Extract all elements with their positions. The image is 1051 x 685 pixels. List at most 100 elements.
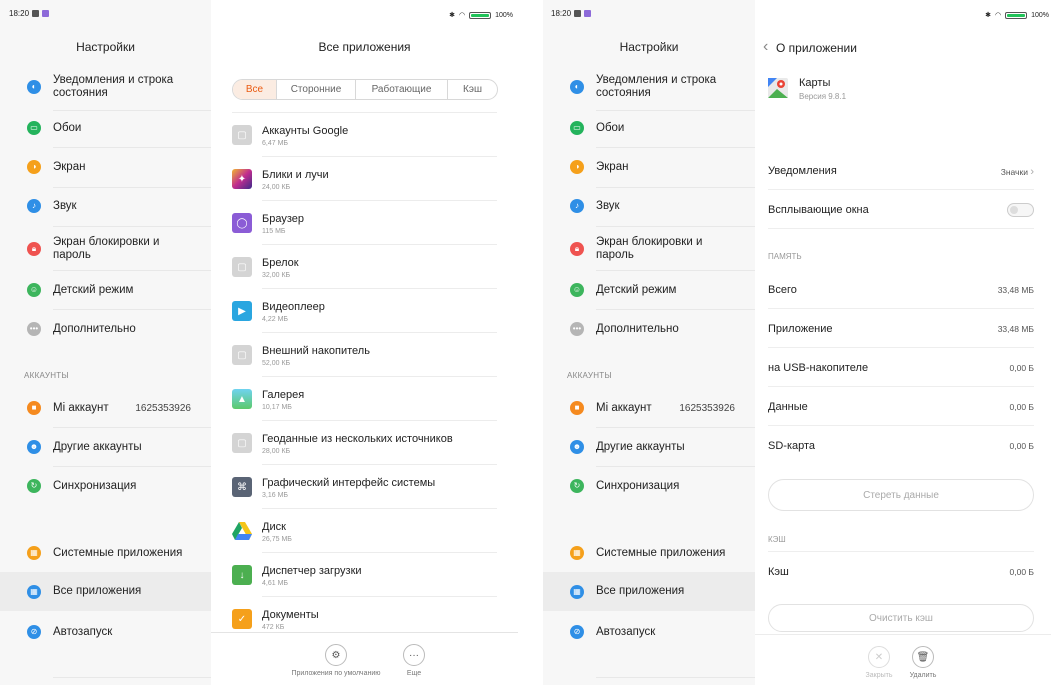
app-notification-icon: [42, 10, 50, 17]
video-player-icon: ▶: [232, 301, 252, 321]
tab-all[interactable]: Все: [233, 80, 277, 99]
settings-item-child-mode[interactable]: ☺ Детский режим: [543, 280, 755, 300]
app-name: Диск: [262, 521, 286, 533]
settings-panel: 18:20 Настройки ◐ Уведомления и строка с…: [0, 0, 211, 685]
settings-item-wallpaper[interactable]: ▭ Обои: [543, 118, 755, 138]
settings-item-label: Детский режим: [596, 284, 677, 296]
default-apps-button[interactable]: ⚙ Приложения по умолчанию: [291, 644, 381, 677]
sync-icon: ↻: [27, 479, 41, 493]
status-bar-left: 18:20: [9, 9, 50, 18]
more-button[interactable]: ··· Еще: [399, 644, 429, 677]
settings-item-label: Системные приложения: [53, 547, 183, 559]
external-storage-icon: ▢: [232, 345, 252, 365]
popups-label: Всплывающие окна: [768, 204, 869, 216]
trash-icon: 🗑︎: [912, 646, 934, 668]
settings-item-additional[interactable]: ••• Дополнительно: [543, 319, 755, 339]
settings-item-display[interactable]: ◑ Экран: [0, 157, 211, 177]
sync-icon: ↻: [570, 479, 584, 493]
app-size: 26,75 МБ: [262, 536, 292, 543]
settings-item-additional[interactable]: ••• Дополнительно: [0, 319, 211, 339]
app-row[interactable]: ✦ Блики и лучи 24,00 КБ: [211, 157, 518, 201]
divider: [596, 187, 755, 188]
notification-icon: [574, 10, 582, 17]
app-row[interactable]: ▢ Внешний накопитель 52,00 КБ: [211, 333, 518, 377]
settings-item-autostart[interactable]: ⊘ Автозапуск: [0, 622, 211, 642]
settings-item-child-mode[interactable]: ☺ Детский режим: [0, 280, 211, 300]
memory-row: на USB-накопителе 0,00 Б: [768, 348, 1034, 387]
download-manager-icon: ↓: [232, 565, 252, 585]
settings-item-sync[interactable]: ↻ Синхронизация: [543, 476, 755, 496]
detail-bottom-bar: ✕ Закрыть 🗑︎ Удалить: [755, 634, 1051, 685]
settings-item-system-apps[interactable]: ▦ Системные приложения: [543, 543, 755, 563]
app-row[interactable]: ⌘ Графический интерфейс системы 3,16 МБ: [211, 465, 518, 509]
keychain-icon: ▢: [232, 257, 252, 277]
memory-value: 33,48 МБ: [997, 285, 1034, 295]
settings-item-other-accounts[interactable]: ☻ Другие аккаунты: [0, 437, 211, 457]
app-name: Геоданные из нескольких источников: [262, 433, 453, 445]
app-row[interactable]: ▢ Брелок 32,00 КБ: [211, 245, 518, 289]
app-row[interactable]: Диск 26,75 МБ: [211, 509, 518, 553]
app-row[interactable]: ▶ Видеоплеер 4,22 МБ: [211, 289, 518, 333]
settings-item-autostart[interactable]: ⊘ Автозапуск: [543, 622, 755, 642]
settings-item-notifications[interactable]: ◐ Уведомления и строка состояния: [543, 72, 755, 102]
all-apps-title: Все приложения: [318, 40, 411, 54]
popups-row: Всплывающие окна: [768, 190, 1034, 229]
clear-data-button[interactable]: Стереть данные: [768, 479, 1034, 511]
divider: [53, 270, 211, 271]
settings-item-sound[interactable]: ♪ Звук: [543, 196, 755, 216]
back-button[interactable]: ‹: [763, 38, 768, 56]
settings-item-label: Экран блокировки и пароль: [596, 236, 703, 261]
app-size: 32,00 КБ: [262, 272, 291, 279]
settings-item-label: Дополнительно: [596, 323, 679, 335]
app-row[interactable]: ▢ Геоданные из нескольких источников 28,…: [211, 421, 518, 465]
cache-header: КЭШ: [768, 535, 786, 544]
settings-item-label: Другие аккаунты: [596, 441, 685, 453]
app-name: Брелок: [262, 257, 299, 269]
divider: [596, 677, 755, 678]
memory-value: 0,00 Б: [1009, 402, 1034, 412]
app-size: 4,22 МБ: [262, 316, 288, 323]
settings-item-display[interactable]: ◑ Экран: [543, 157, 755, 177]
settings-item-system-apps[interactable]: ▦ Системные приложения: [0, 543, 211, 563]
settings-item-label: Уведомления и строка состояния: [596, 74, 717, 99]
more-icon: •••: [570, 322, 584, 336]
settings-item-mi-account[interactable]: ■ Mi аккаунт 1625353926: [0, 398, 211, 418]
settings-item-all-apps[interactable]: ▦ Все приложения: [0, 572, 211, 611]
clear-cache-button[interactable]: Очистить кэш: [768, 604, 1034, 632]
settings-item-sound[interactable]: ♪ Звук: [0, 196, 211, 216]
divider: [53, 187, 211, 188]
app-row[interactable]: ▲ Галерея 10,17 МБ: [211, 377, 518, 421]
popups-toggle[interactable]: [1007, 203, 1034, 217]
divider: [53, 226, 211, 227]
notifications-row[interactable]: Уведомления Значки ›: [768, 151, 1034, 190]
mi-account-icon: ■: [27, 401, 41, 415]
settings-item-notifications[interactable]: ◐ Уведомления и строка состояния: [0, 72, 211, 102]
documents-icon: ✓: [232, 609, 252, 629]
app-row[interactable]: ↓ Диспетчер загрузки 4,61 МБ: [211, 553, 518, 597]
notification-icon: ◐: [27, 80, 41, 94]
status-bar-right: ✱ ◠ 100%: [985, 11, 1049, 19]
divider: [596, 427, 755, 428]
settings-item-sync[interactable]: ↻ Синхронизация: [0, 476, 211, 496]
chevron-right-icon: ›: [1030, 166, 1034, 178]
close-button[interactable]: ✕ Закрыть: [863, 646, 895, 679]
accounts-header: АККАУНТЫ: [24, 371, 69, 380]
settings-item-other-accounts[interactable]: ☻ Другие аккаунты: [543, 437, 755, 457]
settings-item-wallpaper[interactable]: ▭ Обои: [0, 118, 211, 138]
app-row[interactable]: ◯ Браузер 115 МБ: [211, 201, 518, 245]
tab-cache[interactable]: Кэш: [448, 80, 497, 99]
divider: [53, 677, 211, 678]
settings-item-mi-account[interactable]: ■ Mi аккаунт 1625353926: [543, 398, 755, 418]
settings-item-all-apps[interactable]: ▦ Все приложения: [543, 572, 755, 611]
memory-label: SD-карта: [768, 440, 816, 452]
bluetooth-icon: ✱: [985, 12, 991, 19]
settings-item-lockscreen[interactable]: 🔒︎ Экран блокировки и пароль: [0, 234, 211, 264]
settings-item-lockscreen[interactable]: 🔒︎ Экран блокировки и пароль: [543, 234, 755, 264]
delete-button[interactable]: 🗑︎ Удалить: [906, 646, 940, 679]
tab-third-party[interactable]: Сторонние: [277, 80, 356, 99]
child-mode-icon: ☺: [570, 283, 584, 297]
settings-item-label: Mi аккаунт: [53, 402, 109, 414]
tab-running[interactable]: Работающие: [356, 80, 448, 99]
status-time: 18:20: [551, 9, 572, 18]
app-row[interactable]: ▢ Аккаунты Google 6,47 МБ: [211, 113, 518, 157]
